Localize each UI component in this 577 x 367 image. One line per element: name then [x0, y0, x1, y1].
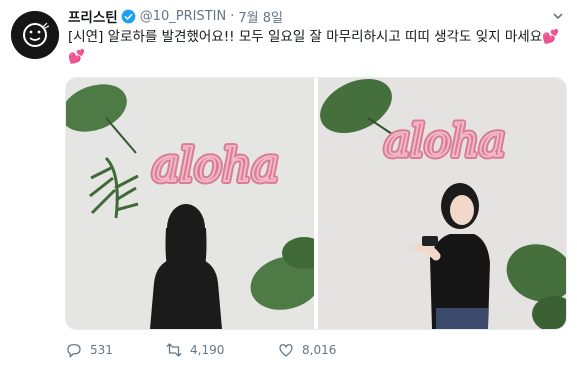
retweet-icon: [166, 343, 182, 357]
photo-2[interactable]: aloha aloha: [318, 78, 566, 329]
account-name[interactable]: 프리스틴: [68, 6, 118, 26]
retweet-button[interactable]: 4,190: [165, 341, 249, 359]
aloha-balloon-highlight: aloha: [152, 138, 279, 192]
avatar-smiley-icon: [11, 11, 59, 59]
avatar[interactable]: [11, 11, 59, 59]
like-button[interactable]: 8,016: [277, 341, 357, 359]
reply-count: 531: [90, 343, 113, 357]
tweet-header: 프리스틴 @10_PRISTIN · 7월 8일: [68, 5, 283, 27]
account-handle[interactable]: @10_PRISTIN: [140, 9, 227, 24]
reply-icon: [67, 344, 81, 358]
tweet-text: [시연] 알로하를 발견했어요!! 모두 일요일 잘 마무리하시고 띠띠 생각도…: [68, 27, 563, 67]
separator: ·: [230, 8, 235, 24]
photo-1[interactable]: aloha aloha: [66, 78, 314, 329]
like-icon: [279, 344, 293, 357]
chevron-down-icon[interactable]: [551, 8, 565, 22]
tweet-timestamp[interactable]: 7월 8일: [238, 7, 283, 26]
retweet-count: 4,190: [190, 343, 225, 357]
like-count: 8,016: [302, 343, 337, 357]
media-grid: aloha aloha aloha aloha: [65, 77, 567, 330]
tweet-body: [시연] 알로하를 발견했어요!! 모두 일요일 잘 마무리하시고 띠띠 생각도…: [68, 29, 543, 45]
verified-badge-icon: [121, 9, 136, 24]
aloha-balloon-highlight: aloha: [384, 116, 505, 167]
reply-button[interactable]: 531: [65, 341, 137, 359]
tweet-actions: 531 4,190 8,016: [65, 340, 385, 360]
